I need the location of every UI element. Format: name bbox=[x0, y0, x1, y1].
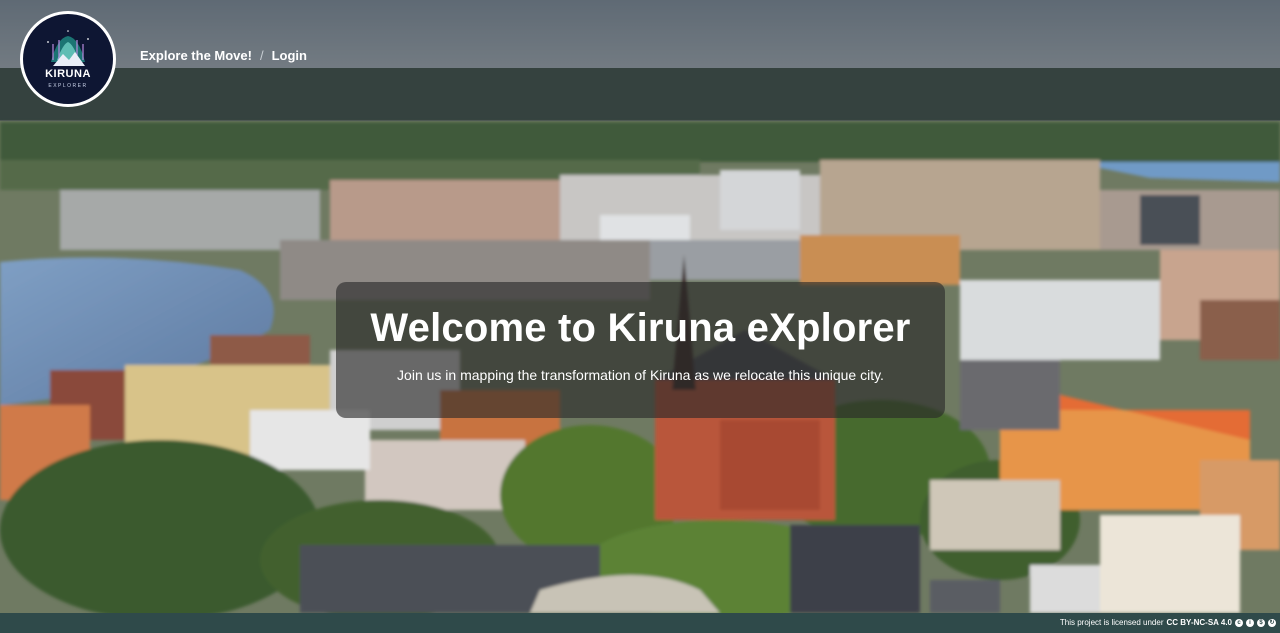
license-link[interactable]: CC BY-NC-SA 4.0 bbox=[1167, 618, 1233, 627]
cc-icon: c bbox=[1235, 618, 1243, 627]
footer: This project is licensed under CC BY-NC-… bbox=[0, 613, 1280, 633]
license-text: This project is licensed under bbox=[1059, 618, 1164, 627]
kiruna-logo[interactable]: KIRUNA EXPLORER bbox=[20, 11, 116, 107]
logo-title: KIRUNA bbox=[45, 68, 91, 80]
welcome-subtitle: Join us in mapping the transformation of… bbox=[397, 367, 884, 383]
logo-subtitle: EXPLORER bbox=[48, 83, 88, 89]
sa-icon: ↻ bbox=[1268, 618, 1276, 627]
page: KIRUNA EXPLORER Explore the Move! / Logi… bbox=[0, 0, 1280, 633]
welcome-card: Welcome to Kiruna eXplorer Join us in ma… bbox=[336, 282, 945, 418]
nav-separator: / bbox=[259, 48, 264, 63]
by-icon: i bbox=[1246, 618, 1254, 627]
aurora-mountain-icon bbox=[47, 30, 89, 66]
nav-link-login[interactable]: Login bbox=[272, 48, 307, 63]
welcome-title: Welcome to Kiruna eXplorer bbox=[370, 306, 911, 350]
nav-link-explore[interactable]: Explore the Move! bbox=[140, 48, 252, 63]
navbar: KIRUNA EXPLORER Explore the Move! / Logi… bbox=[0, 0, 1280, 121]
license-notice: This project is licensed under CC BY-NC-… bbox=[1060, 618, 1276, 627]
nc-icon: $ bbox=[1257, 618, 1265, 627]
breadcrumb-nav: Explore the Move! / Login bbox=[140, 48, 307, 63]
